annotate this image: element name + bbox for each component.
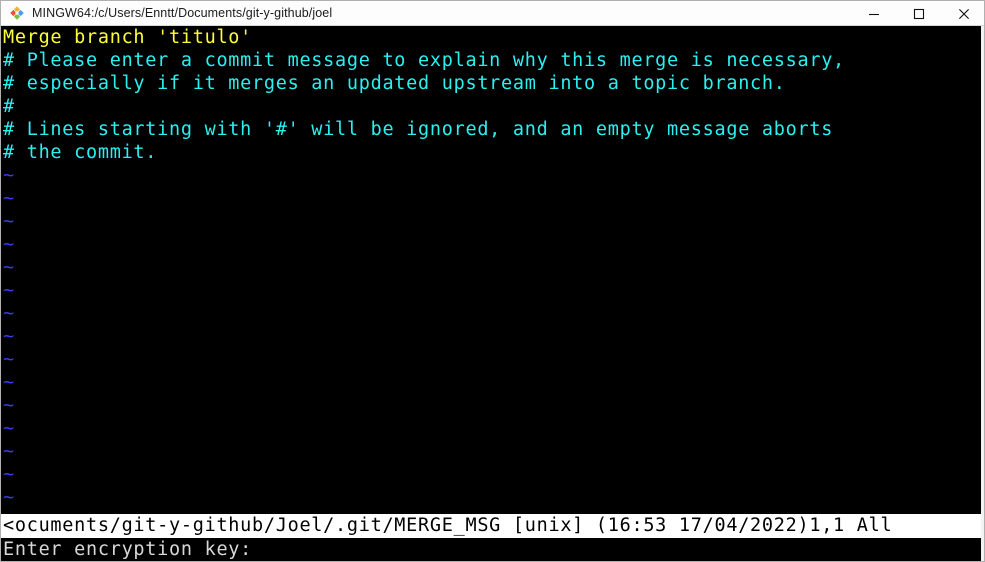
vim-status-line: <ocuments/git-y-github/Joel/.git/MERGE_M… [1,514,981,538]
vim-buffer-line: # the commit. [3,142,158,163]
terminal-screen[interactable]: Merge branch 'titulo' # Please enter a co… [1,26,984,561]
minimize-icon [868,13,879,15]
vim-empty-line-marker: ~ [3,441,15,462]
vim-empty-line-marker: ~ [3,188,15,209]
close-button[interactable] [941,1,984,26]
maximize-icon [913,8,924,19]
vim-empty-line-marker: ~ [3,303,15,324]
terminal-window: MINGW64:/c/Users/Enntt/Documents/git-y-g… [0,0,985,562]
vim-empty-line-marker: ~ [3,257,15,278]
vim-text-buffer[interactable]: Merge branch 'titulo' # Please enter a co… [1,26,981,509]
vim-empty-line-marker: ~ [3,487,15,508]
vim-empty-line-marker: ~ [3,326,15,347]
maximize-button[interactable] [896,1,941,26]
vim-empty-line-marker: ~ [3,395,15,416]
vim-empty-line-marker: ~ [3,464,15,485]
window-titlebar[interactable]: MINGW64:/c/Users/Enntt/Documents/git-y-g… [1,1,984,26]
vim-empty-line-marker: ~ [3,211,15,232]
vim-empty-line-marker: ~ [3,280,15,301]
vim-command-line[interactable]: Enter encryption key: [1,538,981,561]
vim-buffer-line: # especially if it merges an updated ups… [3,73,786,94]
window-controls [851,1,984,26]
vim-empty-line-marker: ~ [3,234,15,255]
vim-empty-line-marker: ~ [3,418,15,439]
vim-buffer-line: Merge branch 'titulo' [3,27,253,48]
vim-empty-line-marker: ~ [3,372,15,393]
vim-empty-line-marker: ~ [3,349,15,370]
vim-buffer-line: # Please enter a commit message to expla… [3,50,845,71]
vim-buffer-line: # Lines starting with '#' will be ignore… [3,119,834,140]
minimize-button[interactable] [851,1,896,26]
window-title: MINGW64:/c/Users/Enntt/Documents/git-y-g… [32,6,333,20]
close-icon [958,8,969,19]
git-bash-diamond-icon [9,5,25,21]
vim-buffer-line: # [3,96,15,117]
vim-empty-line-marker: ~ [3,165,15,186]
